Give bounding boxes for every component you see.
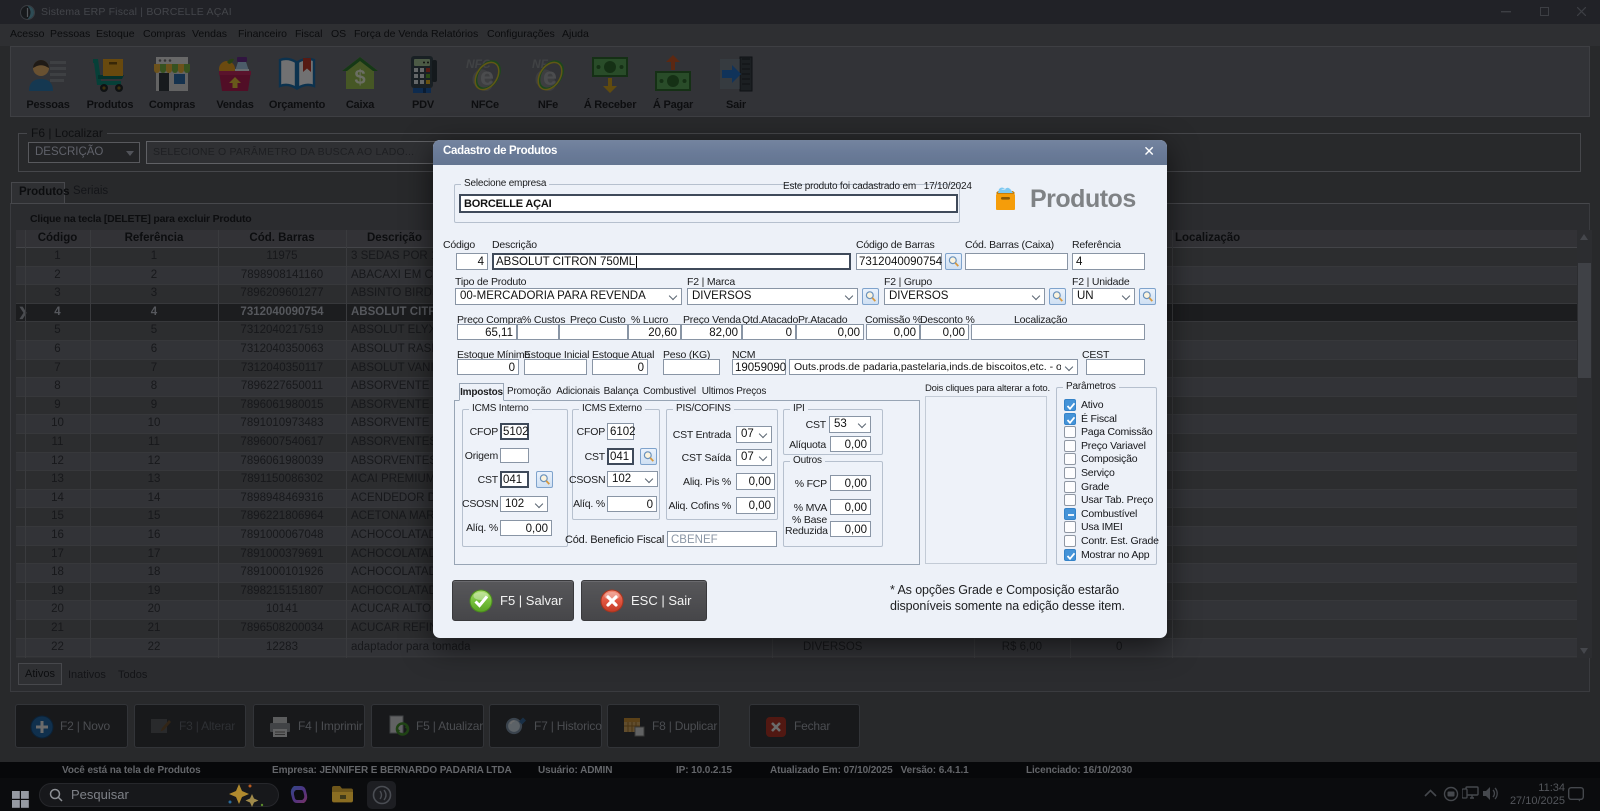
svg-text:e: e [480, 63, 494, 91]
svg-text:e: e [543, 63, 557, 91]
svg-text:$: $ [354, 67, 365, 89]
